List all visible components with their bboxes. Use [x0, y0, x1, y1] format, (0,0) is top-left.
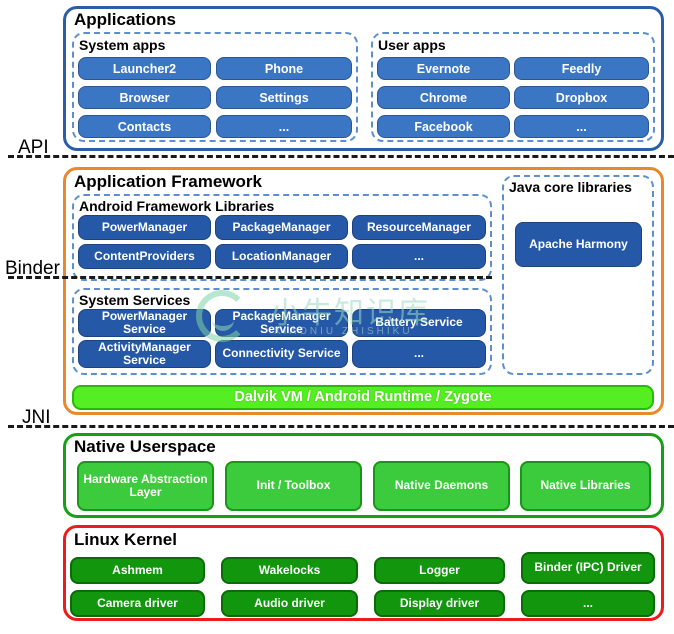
native-chip-hal[interactable]: Hardware Abstraction Layer — [77, 461, 214, 511]
app-chip-chrome[interactable]: Chrome — [377, 86, 510, 109]
separator-api-label: API — [18, 137, 49, 158]
service-chip-activitymanager-service[interactable]: ActivityManager Service — [78, 340, 211, 368]
app-chip-system-more[interactable]: ... — [216, 115, 352, 138]
separator-binder-line — [8, 276, 492, 279]
app-chip-user-more[interactable]: ... — [514, 115, 649, 138]
kernel-chip-drivers-more[interactable]: ... — [521, 590, 655, 617]
kernel-chip-display-driver[interactable]: Display driver — [374, 590, 505, 617]
group-system-apps-title: System apps — [79, 37, 166, 53]
framework-chip-powermanager[interactable]: PowerManager — [78, 215, 211, 240]
group-java-core-libraries — [502, 175, 654, 375]
app-chip-feedly[interactable]: Feedly — [514, 57, 649, 80]
app-chip-facebook[interactable]: Facebook — [377, 115, 510, 138]
native-chip-native-libraries[interactable]: Native Libraries — [520, 461, 651, 511]
framework-chip-packagemanager[interactable]: PackageManager — [215, 215, 348, 240]
native-chip-init-toolbox[interactable]: Init / Toolbox — [225, 461, 362, 511]
layer-native-userspace-title: Native Userspace — [74, 437, 216, 456]
runtime-bar-dalvik-art-zygote[interactable]: Dalvik VM / Android Runtime / Zygote — [72, 385, 654, 410]
service-chip-battery-service[interactable]: Battery Service — [352, 309, 486, 337]
service-chip-connectivity-service[interactable]: Connectivity Service — [215, 340, 348, 368]
service-chip-powermanager-service[interactable]: PowerManager Service — [78, 309, 211, 337]
framework-chip-locationmanager[interactable]: LocationManager — [215, 244, 348, 269]
app-chip-evernote[interactable]: Evernote — [377, 57, 510, 80]
app-chip-dropbox[interactable]: Dropbox — [514, 86, 649, 109]
framework-chip-apache-harmony[interactable]: Apache Harmony — [515, 222, 642, 267]
kernel-chip-audio-driver[interactable]: Audio driver — [221, 590, 358, 617]
group-java-core-libraries-title: Java core libraries — [509, 179, 632, 195]
service-chip-packagemanager-service[interactable]: PackageManager Service — [215, 309, 348, 337]
separator-jni-line — [8, 425, 674, 428]
kernel-chip-binder-ipc-driver[interactable]: Binder (IPC) Driver — [521, 552, 655, 584]
layer-applications-title: Applications — [74, 10, 177, 29]
layer-linux-kernel-title: Linux Kernel — [74, 530, 177, 549]
group-android-framework-libraries-title: Android Framework Libraries — [79, 198, 275, 214]
app-chip-contacts[interactable]: Contacts — [78, 115, 211, 138]
framework-chip-libraries-more[interactable]: ... — [352, 244, 486, 269]
app-chip-browser[interactable]: Browser — [78, 86, 211, 109]
kernel-chip-camera-driver[interactable]: Camera driver — [70, 590, 205, 617]
android-architecture-diagram: Applications System apps Launcher2 Phone… — [0, 0, 674, 634]
separator-binder-label: Binder — [5, 258, 60, 279]
framework-chip-contentproviders[interactable]: ContentProviders — [78, 244, 211, 269]
app-chip-launcher2[interactable]: Launcher2 — [78, 57, 211, 80]
group-system-services-title: System Services — [79, 292, 191, 308]
separator-api-line — [8, 155, 674, 158]
group-user-apps-title: User apps — [378, 37, 446, 53]
native-chip-native-daemons[interactable]: Native Daemons — [373, 461, 510, 511]
kernel-chip-logger[interactable]: Logger — [374, 557, 505, 584]
separator-jni-label: JNI — [22, 407, 51, 428]
app-chip-phone[interactable]: Phone — [216, 57, 352, 80]
framework-chip-resourcemanager[interactable]: ResourceManager — [352, 215, 486, 240]
kernel-chip-wakelocks[interactable]: Wakelocks — [221, 557, 358, 584]
service-chip-services-more[interactable]: ... — [352, 340, 486, 368]
layer-application-framework-title: Application Framework — [74, 172, 262, 191]
kernel-chip-ashmem[interactable]: Ashmem — [70, 557, 205, 584]
app-chip-settings[interactable]: Settings — [216, 86, 352, 109]
